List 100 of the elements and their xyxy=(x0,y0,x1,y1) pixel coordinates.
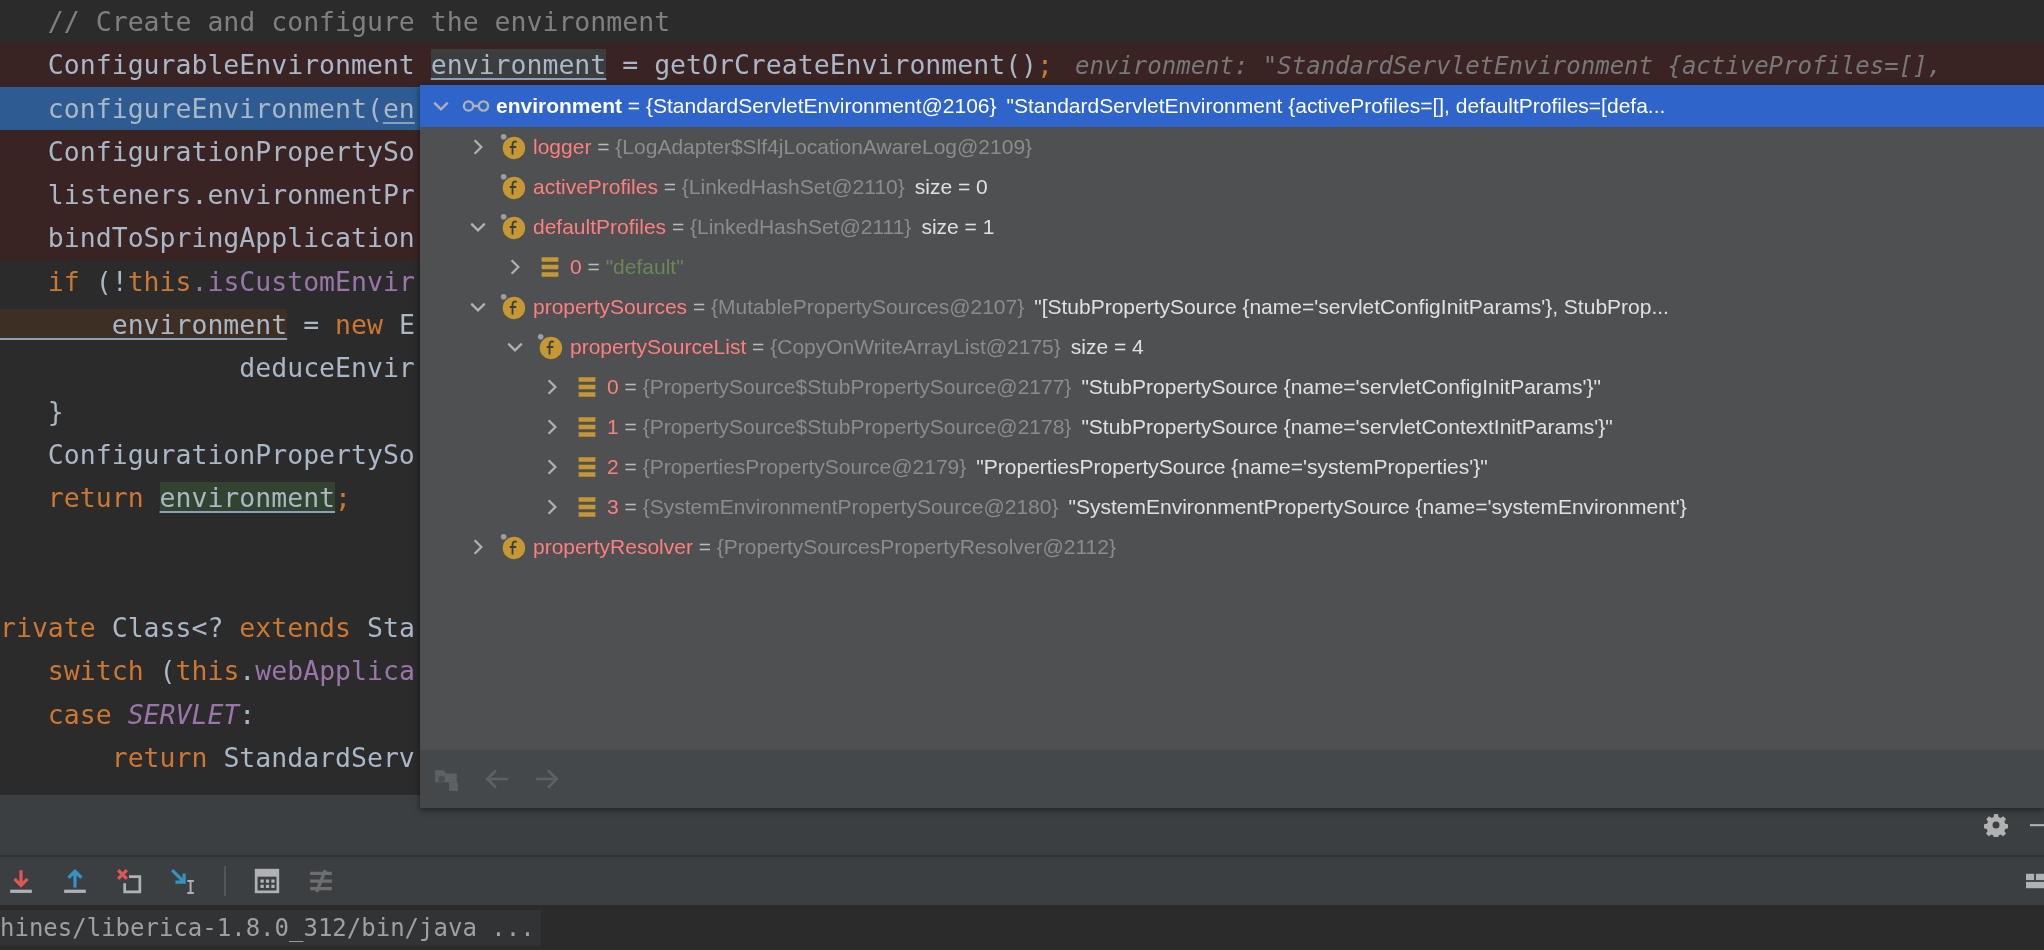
field-icon xyxy=(499,293,527,321)
minimize-icon[interactable] xyxy=(2030,823,2044,827)
code-text: deduceEnvir xyxy=(238,352,415,384)
tree-row[interactable]: 1 = {PropertySource$StubPropertySource@2178} "StubPropertySource {name='servletContextInitParams'}" xyxy=(531,407,2044,447)
code-text: ConfigurationPropertySo xyxy=(46,438,415,470)
variable-name: propertySources xyxy=(533,295,688,319)
code-text: = xyxy=(302,309,321,341)
field-icon xyxy=(499,213,527,241)
object-reference: {PropertiesPropertySource@2179} xyxy=(642,455,967,479)
variable-reference: environment xyxy=(430,49,607,81)
keyword: ; xyxy=(1037,49,1054,81)
equals-sign: = xyxy=(623,495,638,519)
variable-reference: environment xyxy=(0,309,288,341)
equals-sign: = xyxy=(751,335,766,359)
keyword: new xyxy=(335,309,383,341)
value-description: size = 0 xyxy=(914,175,988,199)
inline-value-hint: environment: "StandardServletEnvironment {activeProfiles=[], xyxy=(1075,52,1942,81)
code-text: ( xyxy=(158,655,176,687)
value-description: size = 1 xyxy=(921,215,995,239)
keyword: rivate xyxy=(0,612,96,644)
step-into-icon[interactable] xyxy=(8,868,34,894)
equals-sign: = xyxy=(586,255,601,279)
code-comment: // Create and configure the environment xyxy=(46,6,671,37)
calculator-icon[interactable] xyxy=(254,868,280,894)
variable-name: environment xyxy=(496,94,623,118)
field-icon xyxy=(499,533,527,561)
object-reference: {PropertySource$StubPropertySource@2178} xyxy=(642,415,1072,439)
keyword: extends xyxy=(239,612,351,644)
field-icon xyxy=(499,173,527,201)
variable-name: defaultProfiles xyxy=(533,215,667,239)
code-text: } xyxy=(46,395,64,427)
value-description: "StubPropertySource {name='servletConfigInitParams'}" xyxy=(1081,375,1601,399)
run-to-cursor-icon[interactable] xyxy=(170,868,196,894)
variable-name: 3 xyxy=(607,495,619,519)
variable-name: propertySourceList xyxy=(570,335,747,359)
equals-sign: = xyxy=(697,535,712,559)
keyword: switch xyxy=(46,655,144,687)
equals-sign: = xyxy=(670,215,686,239)
keyword: this xyxy=(127,265,192,297)
tree-row[interactable]: logger = {LogAdapter$Slf4jLocationAwareLog@2109} xyxy=(457,127,2044,167)
step-out-icon[interactable] xyxy=(62,868,88,894)
code-text: = getOrCreateEnvironment() xyxy=(621,49,1038,81)
code-text: listeners.environmentPr xyxy=(46,179,415,211)
variable-name: logger xyxy=(533,135,592,159)
drop-frame-icon[interactable] xyxy=(116,868,142,894)
object-reference: {LogAdapter$Slf4jLocationAwareLog@2109} xyxy=(615,135,1033,159)
layout-icon[interactable] xyxy=(2026,872,2044,890)
object-reference: {StandardServletEnvironment@2106} xyxy=(645,94,997,118)
tree-row[interactable]: propertyResolver = {PropertySourcesPropertyResolver@2112} xyxy=(457,527,2044,567)
object-reference: {PropertySource$StubPropertySource@2177} xyxy=(642,375,1072,399)
value-description: "[StubPropertySource {name='servletConfigInitParams'}, StubProp... xyxy=(1034,295,1669,319)
variable-name: 2 xyxy=(607,455,619,479)
tree-row[interactable]: activeProfiles = {LinkedHashSet@2110} size = 0 xyxy=(457,167,2044,207)
variable-name: 0 xyxy=(607,375,619,399)
tree-row[interactable]: 2 = {PropertiesPropertySource@2179} "PropertiesPropertySource {name='systemProperties'}" xyxy=(531,447,2044,487)
value-description: size = 4 xyxy=(1070,335,1144,359)
code-text: ConfigurationPropertySo xyxy=(46,135,415,167)
equals-sign: = xyxy=(626,94,642,118)
equals-sign: = xyxy=(623,375,638,399)
field-icon xyxy=(499,133,527,161)
keyword: return xyxy=(110,742,208,774)
field-name: .isCustomEnvir xyxy=(191,265,415,297)
equals-sign: = xyxy=(691,295,707,319)
variable-reference: en xyxy=(382,92,415,124)
field-name: webApplica xyxy=(255,655,415,687)
tree-row[interactable]: propertySources = {MutablePropertySources@2107} "[StubPropertySource {name='servletConfigInitParams'}, StubProp... xyxy=(457,287,2044,327)
code-text: ConfigurableEnvironment xyxy=(46,49,416,81)
equals-sign: = xyxy=(623,415,638,439)
equals-sign: = xyxy=(623,455,638,479)
equals-sign: = xyxy=(596,135,611,159)
object-reference: {LinkedHashSet@2111} xyxy=(690,215,912,239)
value-description: "SystemEnvironmentPropertySource {name='systemEnvironment'} xyxy=(1068,495,1687,519)
code-text: StandardServ xyxy=(222,742,415,774)
tree-row[interactable]: environment = {StandardServletEnvironment@2106} "StandardServletEnvironment {activeProfiles=[], defaultProfiles=[defa... xyxy=(420,85,2044,127)
keyword: return xyxy=(46,482,145,514)
tree-row[interactable]: 3 = {SystemEnvironmentPropertySource@2180} "SystemEnvironmentPropertySource {name='systemEnvironment'} xyxy=(531,487,2044,527)
variable-name: activeProfiles xyxy=(533,175,658,199)
keyword: ; xyxy=(335,482,351,514)
object-reference: {LinkedHashSet@2110} xyxy=(681,175,905,199)
variable-name: 0 xyxy=(570,255,582,279)
code-text: bindToSpringApplication xyxy=(46,222,415,254)
code-text: configureEnvironment( xyxy=(46,92,383,124)
constant: SERVLET xyxy=(127,698,240,730)
variable-name: propertyResolver xyxy=(533,535,693,559)
keyword: if xyxy=(46,265,80,297)
value-description: "StandardServletEnvironment {activeProfiles=[], defaultProfiles=[defa... xyxy=(1006,94,1666,118)
object-reference: {PropertySourcesPropertyResolver@2112} xyxy=(716,535,1116,559)
object-reference: {MutablePropertySources@2107} xyxy=(711,295,1025,319)
tree-row[interactable]: 0 = {PropertySource$StubPropertySource@2177} "StubPropertySource {name='servletConfigInitParams'}" xyxy=(531,367,2044,407)
object-reference: {CopyOnWriteArrayList@2175} xyxy=(770,335,1061,359)
settings-icon[interactable] xyxy=(1984,813,2008,837)
trace-icon[interactable] xyxy=(308,868,334,894)
keyword: case xyxy=(46,698,113,730)
tree-row[interactable]: propertySourceList = {CopyOnWriteArrayList@2175} size = 4 xyxy=(494,327,2044,367)
code-text: Sta xyxy=(365,612,415,644)
tree-row[interactable]: defaultProfiles = {LinkedHashSet@2111} size = 1 xyxy=(457,207,2044,247)
equals-sign: = xyxy=(662,175,677,199)
value-description: "PropertiesPropertySource {name='systemProperties'}" xyxy=(976,455,1488,479)
variable-reference: environment xyxy=(159,482,336,514)
code-text: . xyxy=(239,655,256,687)
